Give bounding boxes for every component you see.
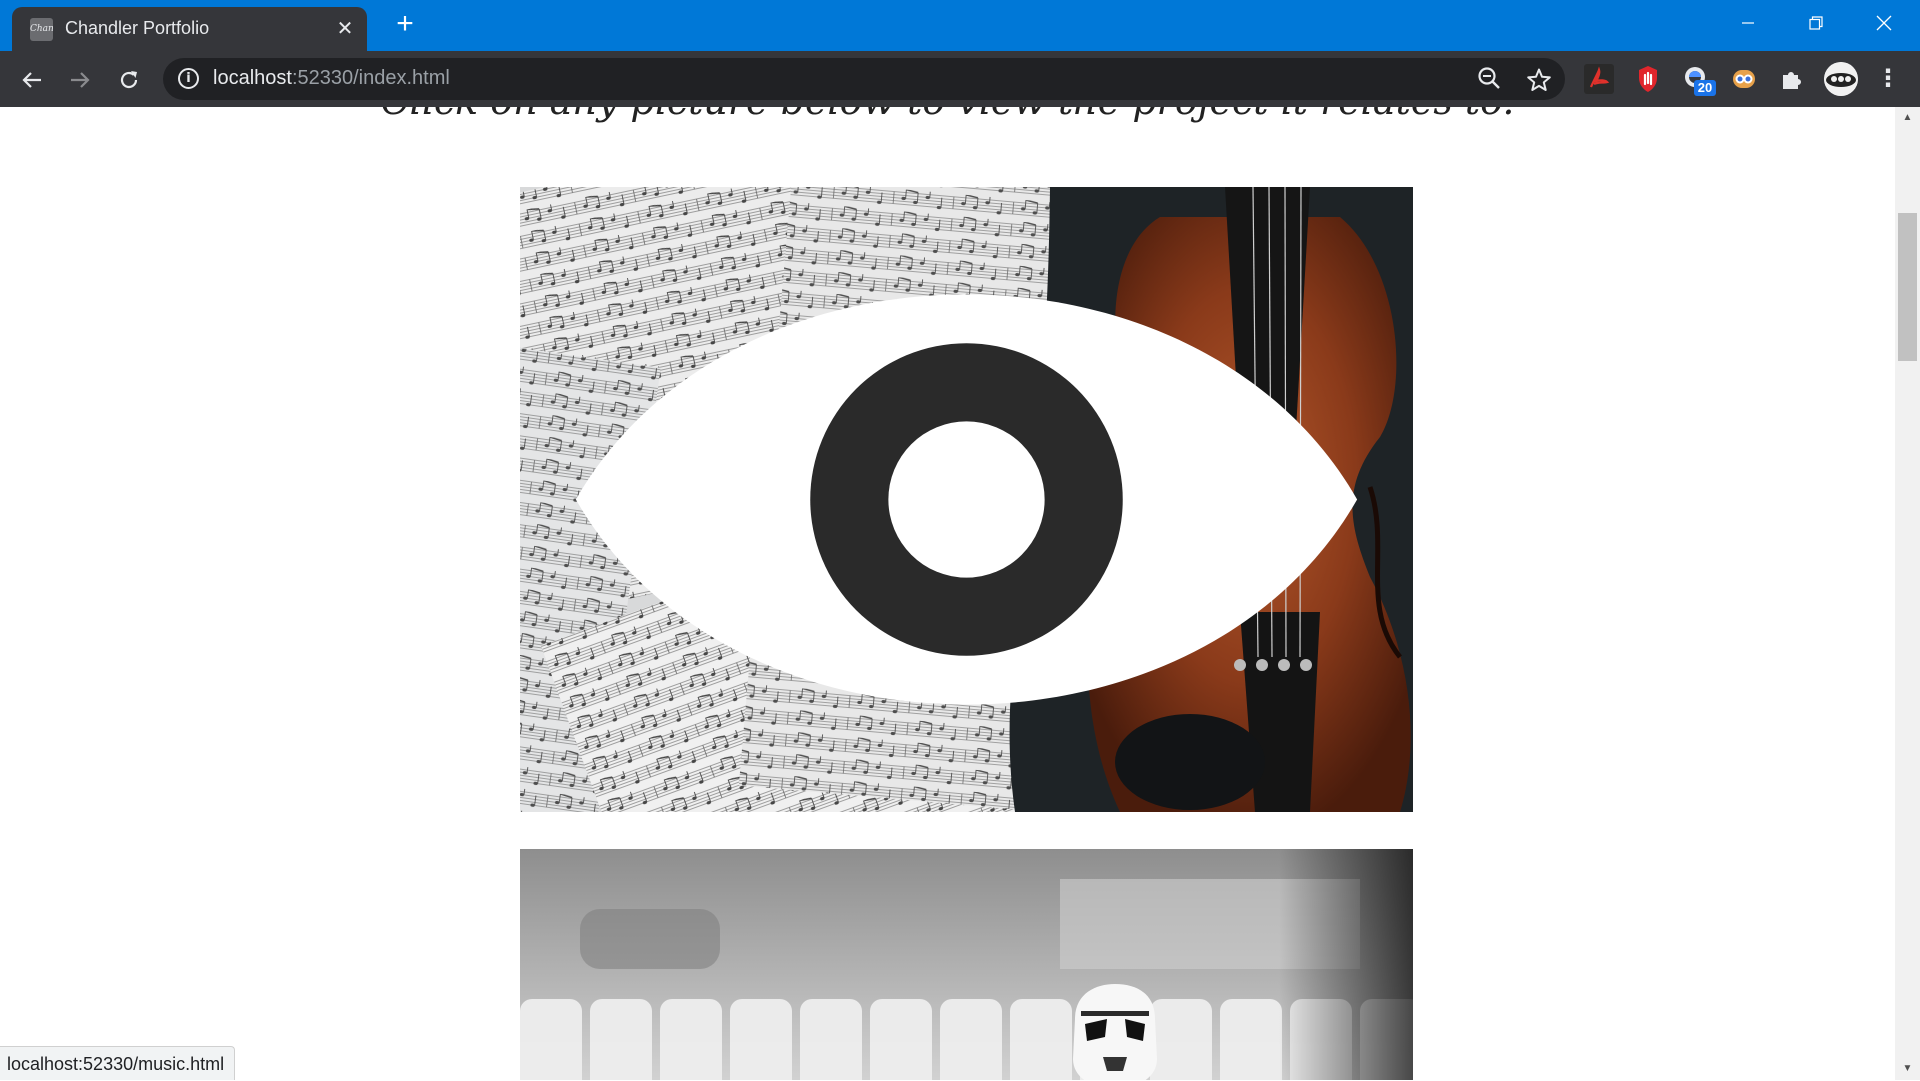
site-info-icon[interactable]: i — [178, 68, 199, 89]
tab-favicon: Chan — [30, 18, 53, 41]
pdf-extension-icon[interactable] — [1584, 64, 1614, 94]
minimize-icon — [1742, 22, 1754, 24]
url-path: :52330/index.html — [291, 67, 450, 89]
link-status-bubble: localhost:52330/music.html — [0, 1046, 236, 1080]
hand-extension-icon[interactable] — [1633, 64, 1663, 94]
scroll-down-arrow-icon[interactable]: ▼ — [1895, 1058, 1920, 1080]
page-scrollbar[interactable]: ▲ ▼ — [1895, 107, 1920, 1080]
stormtrooper-keyboard-image — [520, 849, 1413, 1080]
close-icon — [1876, 15, 1892, 31]
reload-icon — [120, 70, 138, 88]
intro-text: Click on any picture below to view the p… — [0, 107, 1895, 123]
browser-titlebar: Chan Chandler Portfolio ✕ + — [0, 0, 1920, 51]
page-viewport: Click on any picture below to view the p… — [0, 107, 1895, 1080]
tab-title: Chandler Portfolio — [65, 18, 210, 38]
zoom-out-icon[interactable] — [1476, 65, 1504, 93]
profile-avatar[interactable] — [1824, 62, 1858, 96]
address-bar[interactable]: i localhost:52330/index.html — [163, 58, 1565, 100]
extensions-puzzle-icon[interactable] — [1777, 64, 1807, 94]
minimize-button[interactable] — [1714, 0, 1782, 44]
forward-button[interactable] — [63, 62, 97, 96]
reload-button[interactable] — [112, 62, 146, 96]
extension-badge-count: 20 — [1694, 80, 1716, 96]
bookmark-star-icon[interactable] — [1524, 63, 1554, 93]
forward-arrow-icon — [71, 71, 90, 88]
back-arrow-icon — [22, 71, 41, 88]
url-host: localhost — [213, 67, 292, 89]
window-close-button[interactable] — [1850, 0, 1918, 44]
tab-close-icon[interactable]: ✕ — [333, 17, 357, 41]
scroll-up-arrow-icon[interactable]: ▲ — [1895, 107, 1920, 129]
browser-tab[interactable]: Chan Chandler Portfolio ✕ — [12, 7, 367, 51]
restore-icon — [1809, 16, 1823, 30]
new-tab-button[interactable]: + — [390, 9, 420, 40]
project-music-link[interactable] — [520, 187, 1413, 812]
eye-icon — [575, 294, 1358, 705]
extension-with-badge[interactable]: 20 — [1681, 64, 1716, 96]
eyes-extension-icon[interactable] — [1729, 64, 1759, 94]
scroll-thumb[interactable] — [1898, 213, 1917, 361]
url-text[interactable]: localhost:52330/index.html — [213, 67, 450, 90]
browser-menu-icon[interactable]: ⋮ — [1876, 64, 1900, 94]
back-button[interactable] — [15, 62, 49, 96]
restore-button[interactable] — [1782, 0, 1850, 44]
project-lego-link[interactable] — [520, 849, 1413, 1080]
browser-toolbar: i localhost:52330/index.html 20 ⋮ — [0, 51, 1920, 107]
